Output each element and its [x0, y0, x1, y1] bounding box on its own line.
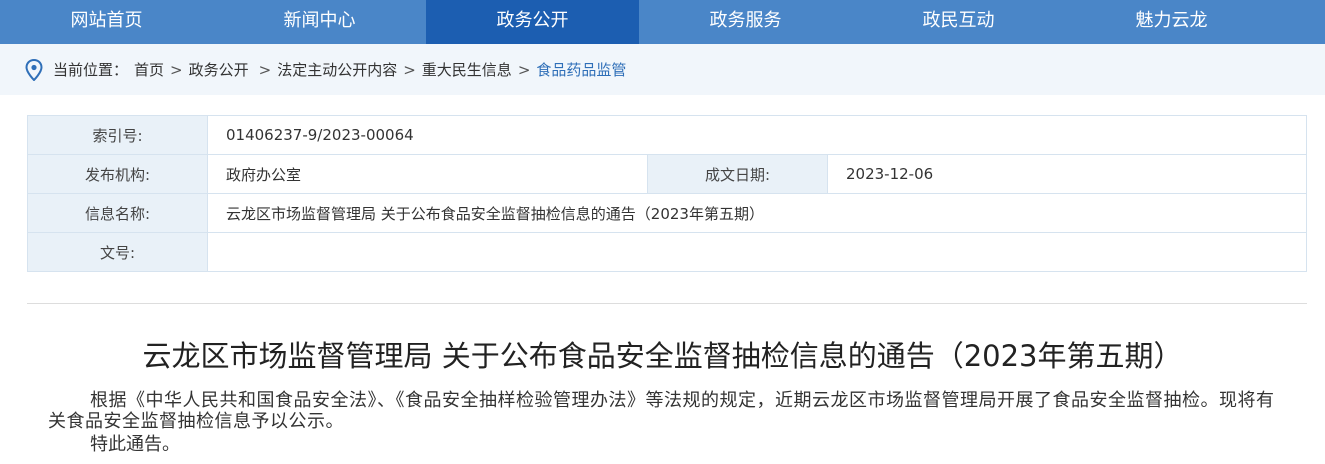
breadcrumb-separator: >	[517, 60, 531, 79]
index-label: 索引号:	[27, 115, 208, 155]
index-value: 01406237-9/2023-00064	[207, 115, 1307, 155]
divider	[27, 303, 1307, 304]
document-metadata-table: 索引号: 01406237-9/2023-00064 发布机构: 政府办公室 成…	[27, 115, 1307, 272]
top-navigation: 网站首页 新闻中心 政务公开 政务服务 政民互动 魅力云龙	[0, 0, 1325, 44]
article-closing: 特此通告。	[90, 434, 180, 455]
nav-item-government-affairs[interactable]: 政务公开	[426, 0, 639, 44]
article-title: 云龙区市场监督管理局 关于公布食品安全监督抽检信息的通告（2023年第五期）	[142, 339, 1183, 373]
breadcrumb-separator: >	[403, 60, 416, 79]
date-label: 成文日期:	[647, 154, 828, 194]
nav-item-interaction[interactable]: 政民互动	[852, 0, 1065, 44]
nav-item-charm-yunlong[interactable]: 魅力云龙	[1065, 0, 1278, 44]
breadcrumb-link-statutory-disclosure[interactable]: 法定主动公开内容	[277, 59, 397, 80]
doc-number-label: 文号:	[27, 232, 208, 272]
breadcrumb-link-livelihood-info[interactable]: 重大民生信息	[422, 59, 512, 80]
article-body: 根据《中华人民共和国食品安全法》、《食品安全抽样检验管理办法》等法规的规定，近期…	[48, 390, 1288, 455]
meta-row-docno: 文号:	[27, 232, 1307, 272]
breadcrumb-separator: >	[170, 60, 183, 79]
publisher-value: 政府办公室	[207, 154, 648, 194]
article-paragraph: 根据《中华人民共和国食品安全法》、《食品安全抽样检验管理办法》等法规的规定，近期…	[48, 390, 1275, 432]
doc-number-value	[207, 232, 1307, 272]
info-name-value: 云龙区市场监督管理局 关于公布食品安全监督抽检信息的通告（2023年第五期）	[207, 193, 1307, 233]
breadcrumb-link-government-affairs[interactable]: 政务公开	[189, 59, 249, 80]
nav-item-news[interactable]: 新闻中心	[213, 0, 426, 44]
breadcrumb-current-food-drug[interactable]: 食品药品监管	[536, 59, 626, 80]
nav-item-home[interactable]: 网站首页	[0, 0, 213, 44]
meta-row-name: 信息名称: 云龙区市场监督管理局 关于公布食品安全监督抽检信息的通告（2023年…	[27, 193, 1307, 233]
breadcrumb-prefix: 当前位置：	[53, 61, 129, 79]
info-name-label: 信息名称:	[27, 193, 208, 233]
date-value: 2023-12-06	[827, 154, 1307, 194]
location-pin-icon	[25, 58, 43, 81]
breadcrumb: 当前位置： 首页 > 政务公开 > 法定主动公开内容 > 重大民生信息 > 食品…	[0, 44, 1325, 95]
publisher-label: 发布机构:	[27, 154, 208, 194]
meta-row-publisher-date: 发布机构: 政府办公室 成文日期: 2023-12-06	[27, 154, 1307, 194]
meta-row-index: 索引号: 01406237-9/2023-00064	[27, 115, 1307, 155]
breadcrumb-link-home[interactable]: 首页	[134, 59, 164, 80]
breadcrumb-separator: >	[258, 60, 272, 79]
nav-item-services[interactable]: 政务服务	[639, 0, 852, 44]
